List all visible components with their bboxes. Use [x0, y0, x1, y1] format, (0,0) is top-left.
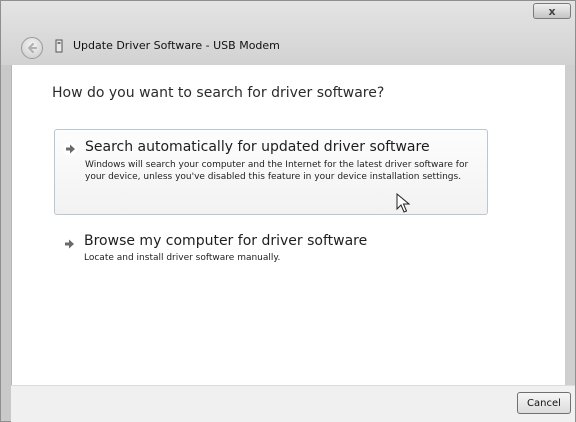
cancel-button[interactable]: Cancel	[517, 392, 571, 414]
window-edge	[565, 65, 575, 385]
footer-bar: Cancel	[11, 385, 575, 422]
content-panel: How do you want to search for driver sof…	[11, 65, 566, 385]
green-arrow-icon	[63, 142, 77, 156]
mouse-cursor-icon	[396, 193, 410, 213]
page-heading: How do you want to search for driver sof…	[52, 85, 385, 101]
wizard-window: x Update Driver Software - USB Modem How…	[0, 0, 576, 422]
close-icon: x	[548, 4, 556, 18]
window-title: Update Driver Software - USB Modem	[73, 39, 280, 52]
device-icon	[55, 39, 63, 53]
option-title: Search automatically for updated driver …	[85, 139, 430, 155]
option-description: Windows will search your computer and th…	[85, 160, 469, 182]
option-title: Browse my computer for driver software	[84, 233, 368, 249]
close-button[interactable]: x	[533, 3, 571, 19]
green-arrow-icon	[62, 237, 76, 251]
search-automatically-option[interactable]: Search automatically for updated driver …	[54, 129, 488, 215]
browse-computer-option[interactable]: Browse my computer for driver software L…	[54, 229, 488, 273]
option-description: Locate and install driver software manua…	[84, 253, 281, 263]
back-button[interactable]	[21, 37, 43, 59]
title-bar: x Update Driver Software - USB Modem	[1, 1, 575, 65]
back-arrow-icon	[28, 43, 37, 53]
